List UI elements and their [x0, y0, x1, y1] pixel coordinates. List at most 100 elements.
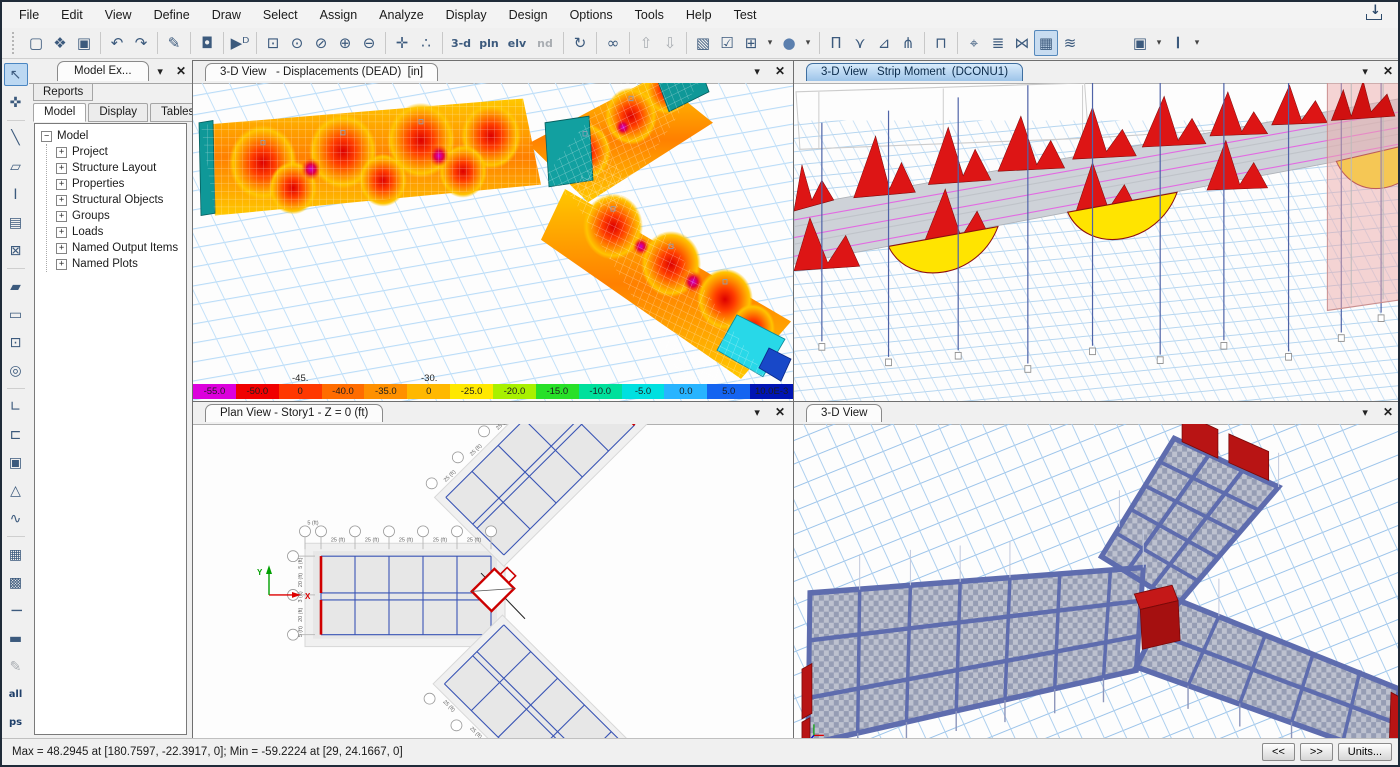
toolbar-grip[interactable] — [12, 32, 19, 54]
menu-item[interactable]: Assign — [309, 4, 369, 26]
pane-close-icon[interactable]: ✕ — [775, 64, 785, 78]
contour-display-icon[interactable]: ▦ — [1034, 30, 1058, 56]
draw-rect-area-icon[interactable]: ▭ — [4, 303, 28, 326]
ramp-loads-icon[interactable]: ⊿ — [872, 30, 896, 56]
explorer-close-icon[interactable]: ✕ — [176, 64, 186, 78]
pane-close-icon[interactable]: ✕ — [775, 405, 785, 419]
frame-display-icon[interactable]: ⊓ — [929, 30, 953, 56]
menu-item[interactable]: Test — [723, 4, 768, 26]
pane-menu-caret-icon[interactable]: ▾ — [1362, 407, 1368, 419]
set-select-mode-icon[interactable]: ☑ — [715, 30, 739, 56]
draw-strip-icon[interactable]: ▬ — [4, 627, 28, 650]
expand-icon[interactable]: + — [56, 259, 67, 270]
dock-arrow-icon[interactable]: ↓ — [1366, 6, 1382, 20]
explorer-menu-caret-icon[interactable]: ▾ — [157, 66, 163, 78]
shaded-view-icon[interactable]: ● — [777, 30, 801, 56]
move-up-icon[interactable]: ⇧ — [634, 30, 658, 56]
tree-item[interactable]: +Structural Objects — [56, 192, 184, 208]
run-analysis-icon[interactable]: ▶ᴰ — [228, 30, 252, 56]
pane-close-icon[interactable]: ✕ — [1383, 405, 1393, 419]
collapse-icon[interactable]: − — [41, 131, 52, 142]
deformed-shape-icon[interactable]: ≋ — [1058, 30, 1082, 56]
view-elevation-button[interactable]: elv — [503, 30, 531, 56]
pane-title-bar[interactable]: 3-D View - Displacements (DEAD) [in] ▾ ✕ — [193, 61, 793, 84]
undo-icon[interactable]: ↶ — [105, 30, 129, 56]
zoom-window-icon[interactable]: ⊡ — [261, 30, 285, 56]
dropdown-caret-icon[interactable]: ▾ — [1190, 30, 1204, 56]
menu-item[interactable]: Edit — [50, 4, 94, 26]
menu-item[interactable]: Options — [559, 4, 624, 26]
move-down-icon[interactable]: ⇩ — [658, 30, 682, 56]
draw-frame-icon[interactable]: ▱ — [4, 155, 28, 178]
dropdown-caret-icon[interactable]: ▾ — [1152, 30, 1166, 56]
view-options-icon[interactable]: ∞ — [601, 30, 625, 56]
draw-poly-area-icon[interactable]: ▰ — [4, 275, 28, 298]
pan-icon[interactable]: ✛ — [390, 30, 414, 56]
model-3d-viewport[interactable] — [794, 424, 1400, 742]
menu-item[interactable]: Analyze — [368, 4, 434, 26]
select-pointer-icon[interactable]: ↖ — [4, 63, 28, 86]
draw-tendon-icon[interactable]: △ — [4, 479, 28, 502]
point-assign-icon[interactable]: ⋎ — [848, 30, 872, 56]
draw-opening-edge-icon[interactable]: ⊏ — [4, 423, 28, 446]
menu-item[interactable]: File — [8, 4, 50, 26]
explorer-title[interactable]: Model Ex... — [57, 61, 149, 81]
edit-icon[interactable]: ✎ — [162, 30, 186, 56]
tab-reports[interactable]: Reports — [33, 84, 93, 101]
new-model-icon[interactable]: ▢ — [24, 30, 48, 56]
zoom-extents-icon[interactable]: ⊙ — [285, 30, 309, 56]
strip-moment-viewport[interactable] — [794, 83, 1400, 401]
column-display-icon[interactable]: ▣ — [1128, 30, 1152, 56]
tree-item[interactable]: +Named Plots — [56, 256, 184, 272]
tree-item[interactable]: +Properties — [56, 176, 184, 192]
draw-wall-icon[interactable]: ▤ — [4, 211, 28, 234]
dropdown-caret-icon[interactable]: ▾ — [801, 30, 815, 56]
view-nd-button[interactable]: nd — [531, 30, 559, 56]
quick-draw-area-icon[interactable]: ⊡ — [4, 331, 28, 354]
plan-viewport[interactable]: 25 (ft) 25 (ft) 25 (ft) 25 (ft) 25 (ft) — [193, 424, 793, 742]
tree-item[interactable]: +Named Output Items — [56, 240, 184, 256]
pane-title-bar[interactable]: Plan View - Story1 - Z = 0 (ft) ▾ ✕ — [193, 402, 793, 425]
draw-opening-icon[interactable]: ▣ — [4, 451, 28, 474]
pane-menu-caret-icon[interactable]: ▾ — [754, 66, 760, 78]
expand-icon[interactable]: + — [56, 179, 67, 190]
select-previous-icon[interactable]: ps — [4, 711, 28, 734]
view-plan-button[interactable]: pln — [475, 30, 503, 56]
redo-icon[interactable]: ↷ — [129, 30, 153, 56]
menu-item[interactable]: Design — [498, 4, 559, 26]
object-view-icon[interactable]: ⊞ — [739, 30, 763, 56]
draw-slope-icon[interactable]: ✎ — [4, 655, 28, 678]
draw-brace-icon[interactable]: ⊠ — [4, 239, 28, 262]
menu-item[interactable]: Tools — [624, 4, 675, 26]
shrink-objects-icon[interactable]: ▧ — [691, 30, 715, 56]
rotate-3d-icon[interactable]: ↻ — [568, 30, 592, 56]
zoom-previous-icon[interactable]: ⊘ — [309, 30, 333, 56]
tree-item[interactable]: +Structure Layout — [56, 160, 184, 176]
previous-result-button[interactable]: << — [1262, 743, 1295, 761]
draw-profile-icon[interactable]: ∿ — [4, 507, 28, 530]
draw-edge-icon[interactable]: ∟ — [4, 395, 28, 418]
tree-root[interactable]: −Model — [41, 128, 184, 144]
expand-icon[interactable]: + — [56, 227, 67, 238]
pane-tab-strip-moment[interactable]: 3-D View Strip Moment (DCONU1) — [806, 63, 1023, 81]
save-model-icon[interactable]: ▣ — [72, 30, 96, 56]
displacement-viewport[interactable]: -55.0-50.00-40.0-35.00-25.0-20.0-15.0-10… — [193, 83, 793, 401]
pane-menu-caret-icon[interactable]: ▾ — [754, 407, 760, 419]
expand-icon[interactable]: + — [56, 147, 67, 158]
reshape-object-icon[interactable]: ✜ — [4, 91, 28, 114]
lock-model-icon[interactable]: ◘ — [195, 30, 219, 56]
pane-tab-displacements[interactable]: 3-D View - Displacements (DEAD) [in] — [205, 63, 438, 81]
expand-icon[interactable]: + — [56, 211, 67, 222]
menu-item[interactable]: View — [94, 4, 143, 26]
expand-icon[interactable]: + — [56, 163, 67, 174]
pane-title-bar[interactable]: 3-D View Strip Moment (DCONU1) ▾ ✕ — [794, 61, 1400, 84]
units-button[interactable]: Units... — [1338, 743, 1392, 761]
strips-display-icon[interactable]: ≣ — [986, 30, 1010, 56]
dropdown-caret-icon[interactable]: ▾ — [763, 30, 777, 56]
draw-panel-icon[interactable]: ▦ — [4, 543, 28, 566]
menu-item[interactable]: Define — [143, 4, 201, 26]
expand-icon[interactable]: + — [56, 243, 67, 254]
view-3d-button[interactable]: 3-d — [447, 30, 475, 56]
next-result-button[interactable]: >> — [1300, 743, 1333, 761]
tab-display[interactable]: Display — [88, 103, 148, 122]
